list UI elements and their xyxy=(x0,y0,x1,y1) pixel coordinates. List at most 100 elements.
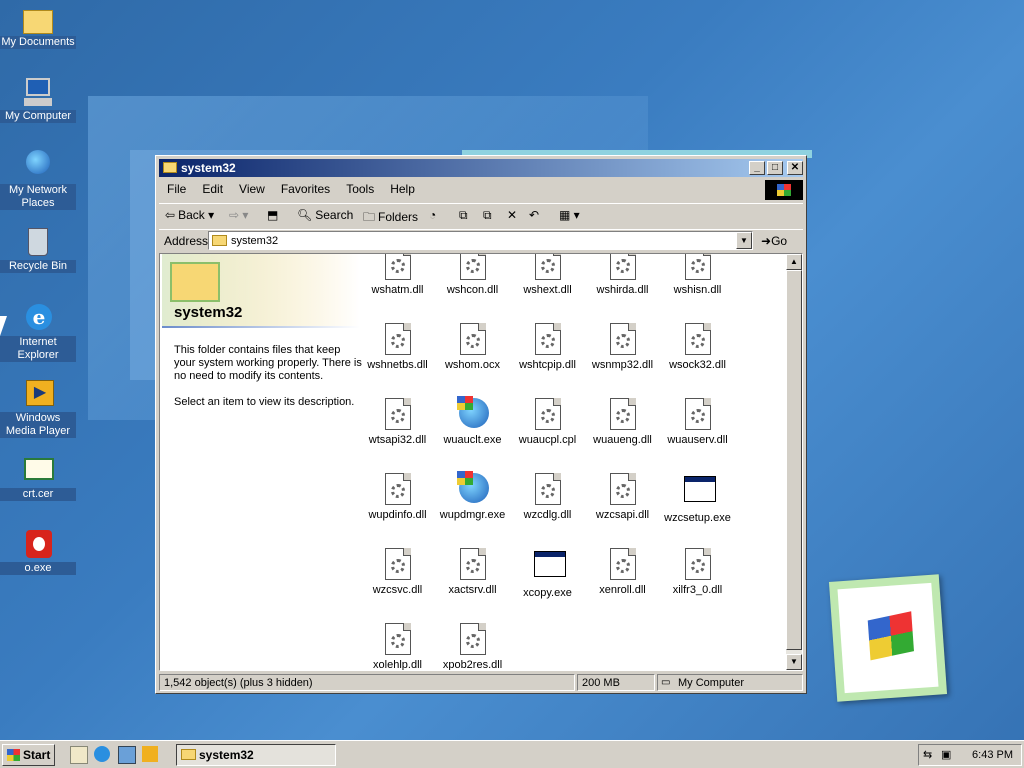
file-item[interactable]: wzcsvc.dll xyxy=(360,548,435,596)
file-item[interactable]: xilfr3_0.dll xyxy=(660,548,735,596)
desktop-icon-internet-explorer[interactable]: e Internet Explorer xyxy=(0,302,76,362)
desktop-icon-recycle-bin[interactable]: Recycle Bin xyxy=(0,226,76,273)
folder-icon xyxy=(212,235,227,246)
undo-button[interactable]: ↶ xyxy=(529,208,539,222)
back-button[interactable]: ⇦ Back ▾ xyxy=(165,208,214,222)
dll-file-icon xyxy=(609,323,637,355)
volume-tray-icon[interactable]: ▣ xyxy=(941,748,951,761)
desktop-icon-my-network-places[interactable]: My Network Places xyxy=(0,150,76,210)
file-item[interactable]: wshirda.dll xyxy=(585,254,660,296)
file-item[interactable]: wshisn.dll xyxy=(660,254,735,296)
file-name: wsock32.dll xyxy=(669,359,726,371)
internet-explorer-icon[interactable] xyxy=(94,746,110,762)
folders-button[interactable]: 🗀 Folders xyxy=(363,208,418,229)
file-item[interactable]: xenroll.dll xyxy=(585,548,660,596)
search-icon: 🔍︎ xyxy=(297,208,313,222)
menu-help[interactable]: Help xyxy=(382,179,423,196)
desktop-icon-crt-cer[interactable]: crt.cer xyxy=(0,454,76,501)
views-button[interactable]: ▦ ▾ xyxy=(559,208,580,222)
file-item[interactable]: wzcdlg.dll xyxy=(510,473,585,521)
file-item[interactable]: wuauclt.exe xyxy=(435,396,510,446)
status-size: 200 MB xyxy=(577,674,655,691)
file-name: wuaueng.dll xyxy=(593,434,652,446)
file-item[interactable]: wuaueng.dll xyxy=(585,398,660,446)
file-name: wzcdlg.dll xyxy=(523,509,572,521)
file-item[interactable]: wuauserv.dll xyxy=(660,398,735,446)
scroll-down-button[interactable]: ▼ xyxy=(786,654,802,670)
file-name: wzcsvc.dll xyxy=(372,584,423,596)
go-button[interactable]: ➜Go xyxy=(761,234,787,248)
file-item[interactable]: xolehlp.dll xyxy=(360,623,435,671)
file-item[interactable]: wuaucpl.cpl xyxy=(510,398,585,446)
outlook-express-icon[interactable] xyxy=(118,746,136,764)
menu-file[interactable]: File xyxy=(159,179,194,196)
desktop-icon-windows-media-player[interactable]: ▶ Windows Media Player xyxy=(0,378,76,438)
file-name: wuaucpl.cpl xyxy=(518,434,577,446)
file-item[interactable]: xcopy.exe xyxy=(510,548,585,599)
copy-to-button[interactable]: ⧉ xyxy=(483,208,492,223)
delete-button[interactable]: ✕ xyxy=(507,208,517,222)
maximize-button[interactable]: □ xyxy=(767,161,783,175)
file-item[interactable]: xpob2res.dll xyxy=(435,623,510,670)
taskbar-button-system32[interactable]: system32 xyxy=(176,744,336,766)
file-item[interactable]: wshom.ocx xyxy=(435,323,510,371)
menu-edit[interactable]: Edit xyxy=(194,179,231,196)
system-tray: ⇆ ▣ 6:43 PM xyxy=(918,744,1022,766)
mouse-cursor-icon xyxy=(0,316,7,336)
file-name: wshtcpip.dll xyxy=(519,359,576,371)
file-name: wshisn.dll xyxy=(673,284,722,296)
show-desktop-icon[interactable] xyxy=(70,746,88,764)
views-icon: ▦ ▾ xyxy=(559,208,580,222)
menu-tools[interactable]: Tools xyxy=(338,179,382,196)
file-name: xolehlp.dll xyxy=(373,659,422,671)
desktop-icon-my-computer[interactable]: My Computer xyxy=(0,76,76,123)
menu-favorites[interactable]: Favorites xyxy=(273,179,338,196)
file-item[interactable]: wupdmgr.exe xyxy=(435,471,510,521)
network-tray-icon[interactable]: ⇆ xyxy=(923,748,932,761)
title-bar[interactable]: system32 _ □ ✕ xyxy=(159,159,803,177)
dll-file-icon xyxy=(459,548,487,580)
file-name: wshcon.dll xyxy=(446,284,499,296)
explorer-window: system32 _ □ ✕ File Edit View Favorites Tool… xyxy=(155,155,807,694)
minimize-button[interactable]: _ xyxy=(749,161,765,175)
file-item[interactable]: wupdinfo.dll xyxy=(360,473,435,521)
desktop-icon-o-exe[interactable]: o.exe xyxy=(0,528,76,575)
dll-file-icon xyxy=(684,398,712,430)
forward-button[interactable]: ⇨ ▾ xyxy=(229,208,248,222)
file-name: wuauserv.dll xyxy=(667,434,728,446)
file-name: xactsrv.dll xyxy=(448,584,497,596)
file-item[interactable]: wshcon.dll xyxy=(435,254,510,296)
status-bar: 1,542 object(s) (plus 3 hidden) 200 MB ▭… xyxy=(159,674,803,692)
chevron-up-icon: ▲ xyxy=(790,257,798,266)
recycle-bin-icon xyxy=(22,226,54,258)
start-button[interactable]: Start xyxy=(2,744,55,766)
search-button[interactable]: 🔍︎ Search xyxy=(297,208,353,222)
move-to-button[interactable]: ⧉ xyxy=(459,208,468,223)
application-icon xyxy=(533,551,566,583)
file-name: wzcsetup.exe xyxy=(664,512,731,524)
file-item[interactable]: wzcsapi.dll xyxy=(585,473,660,521)
scroll-up-button[interactable]: ▲ xyxy=(786,254,802,270)
address-dropdown-button[interactable]: ▼ xyxy=(736,232,752,249)
file-item[interactable]: wshatm.dll xyxy=(360,254,435,296)
media-player-icon[interactable] xyxy=(142,746,158,762)
up-folder-button[interactable]: ⬒ xyxy=(267,208,278,222)
file-item[interactable]: wsock32.dll xyxy=(660,323,735,371)
scroll-thumb[interactable] xyxy=(786,270,802,650)
history-button[interactable]: ◔ xyxy=(429,208,436,222)
clock[interactable]: 6:43 PM xyxy=(972,749,1013,761)
file-name: wtsapi32.dll xyxy=(368,434,427,446)
address-input[interactable]: system32 ▼ xyxy=(208,231,753,250)
file-item[interactable]: xactsrv.dll xyxy=(435,548,510,596)
file-item[interactable]: wsnmp32.dll xyxy=(585,323,660,371)
menu-view[interactable]: View xyxy=(231,179,273,196)
close-button[interactable]: ✕ xyxy=(787,161,803,175)
file-item[interactable]: wshnetbs.dll xyxy=(360,323,435,371)
file-item[interactable]: wzcsetup.exe xyxy=(660,473,735,524)
file-item[interactable]: wshtcpip.dll xyxy=(510,323,585,371)
vertical-scrollbar[interactable]: ▲ ▼ xyxy=(786,254,802,670)
file-item[interactable]: wtsapi32.dll xyxy=(360,398,435,446)
delete-icon: ✕ xyxy=(507,208,518,222)
file-item[interactable]: wshext.dll xyxy=(510,254,585,296)
desktop-icon-my-documents[interactable]: My Documents xyxy=(0,4,76,49)
